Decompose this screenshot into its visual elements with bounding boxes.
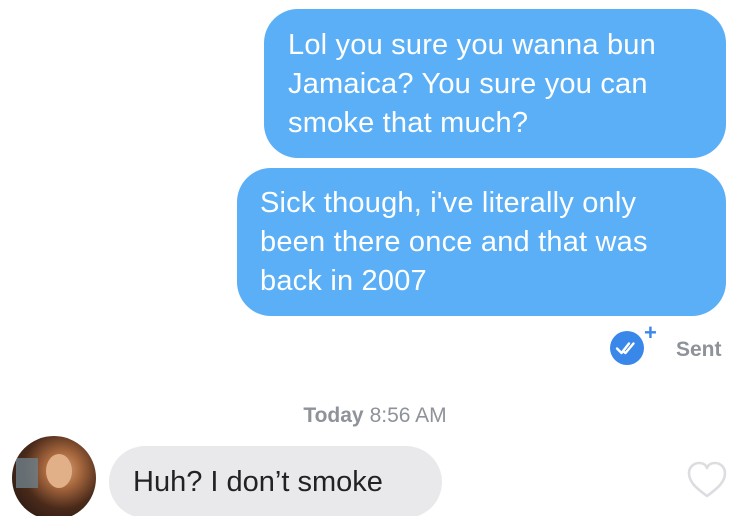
plus-icon: +: [644, 320, 657, 345]
avatar-background-detail: [16, 458, 38, 488]
delivery-status: + Sent: [600, 322, 730, 370]
double-check-icon: [610, 331, 644, 365]
message-timestamp: Today 8:56 AM: [0, 404, 750, 428]
sent-status-label: Sent: [676, 338, 722, 361]
heart-icon[interactable]: [686, 460, 728, 500]
avatar-face: [46, 454, 72, 488]
incoming-message-bubble[interactable]: Huh? I don’t smoke: [109, 446, 442, 516]
chat-thread: Lol you sure you wanna bun Jamaica? You …: [0, 0, 750, 516]
timestamp-day: Today: [303, 404, 364, 427]
outgoing-message-bubble[interactable]: Lol you sure you wanna bun Jamaica? You …: [264, 9, 726, 158]
avatar[interactable]: [12, 436, 96, 516]
outgoing-message-bubble[interactable]: Sick though, i've literally only been th…: [237, 168, 726, 316]
timestamp-time: 8:56 AM: [369, 404, 447, 427]
